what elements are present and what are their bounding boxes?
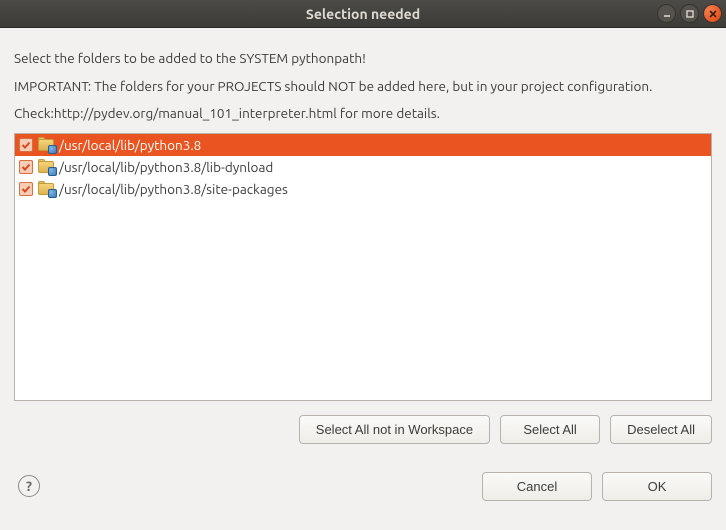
message-line-3: Check:http://pydev.org/manual_101_interp… — [14, 105, 712, 123]
select-all-button[interactable]: Select All — [500, 415, 600, 444]
help-icon[interactable]: ? — [18, 475, 40, 497]
list-item-label: /usr/local/lib/python3.8 — [59, 137, 201, 153]
message-line-1: Select the folders to be added to the SY… — [14, 50, 712, 68]
list-item[interactable]: /usr/local/lib/python3.8/lib-dynload — [15, 156, 711, 178]
window-controls — [657, 4, 722, 23]
list-item[interactable]: /usr/local/lib/python3.8/site-packages — [15, 178, 711, 200]
minimize-button[interactable] — [657, 4, 676, 23]
folder-system-icon — [38, 160, 54, 174]
cancel-button[interactable]: Cancel — [482, 472, 592, 501]
deselect-all-button[interactable]: Deselect All — [610, 415, 712, 444]
dialog-content: Select the folders to be added to the SY… — [0, 28, 726, 515]
folder-system-icon — [38, 182, 54, 196]
titlebar: Selection needed — [0, 0, 726, 28]
window-title: Selection needed — [0, 6, 726, 22]
folder-list[interactable]: /usr/local/lib/python3.8/usr/local/lib/p… — [14, 133, 712, 401]
select-all-not-in-workspace-button[interactable]: Select All not in Workspace — [299, 415, 490, 444]
close-button[interactable] — [703, 4, 722, 23]
dialog-footer: ? Cancel OK — [14, 472, 712, 501]
list-item-label: /usr/local/lib/python3.8/site-packages — [59, 181, 288, 197]
folder-system-icon — [38, 138, 54, 152]
footer-buttons: Cancel OK — [482, 472, 712, 501]
checkbox[interactable] — [19, 182, 33, 196]
ok-button[interactable]: OK — [602, 472, 712, 501]
list-item[interactable]: /usr/local/lib/python3.8 — [15, 134, 711, 156]
message-line-2: IMPORTANT: The folders for your PROJECTS… — [14, 78, 712, 96]
checkbox[interactable] — [19, 160, 33, 174]
list-item-label: /usr/local/lib/python3.8/lib-dynload — [59, 159, 273, 175]
checkbox[interactable] — [19, 138, 33, 152]
selection-button-row: Select All not in Workspace Select All D… — [14, 415, 712, 444]
maximize-button[interactable] — [680, 4, 699, 23]
